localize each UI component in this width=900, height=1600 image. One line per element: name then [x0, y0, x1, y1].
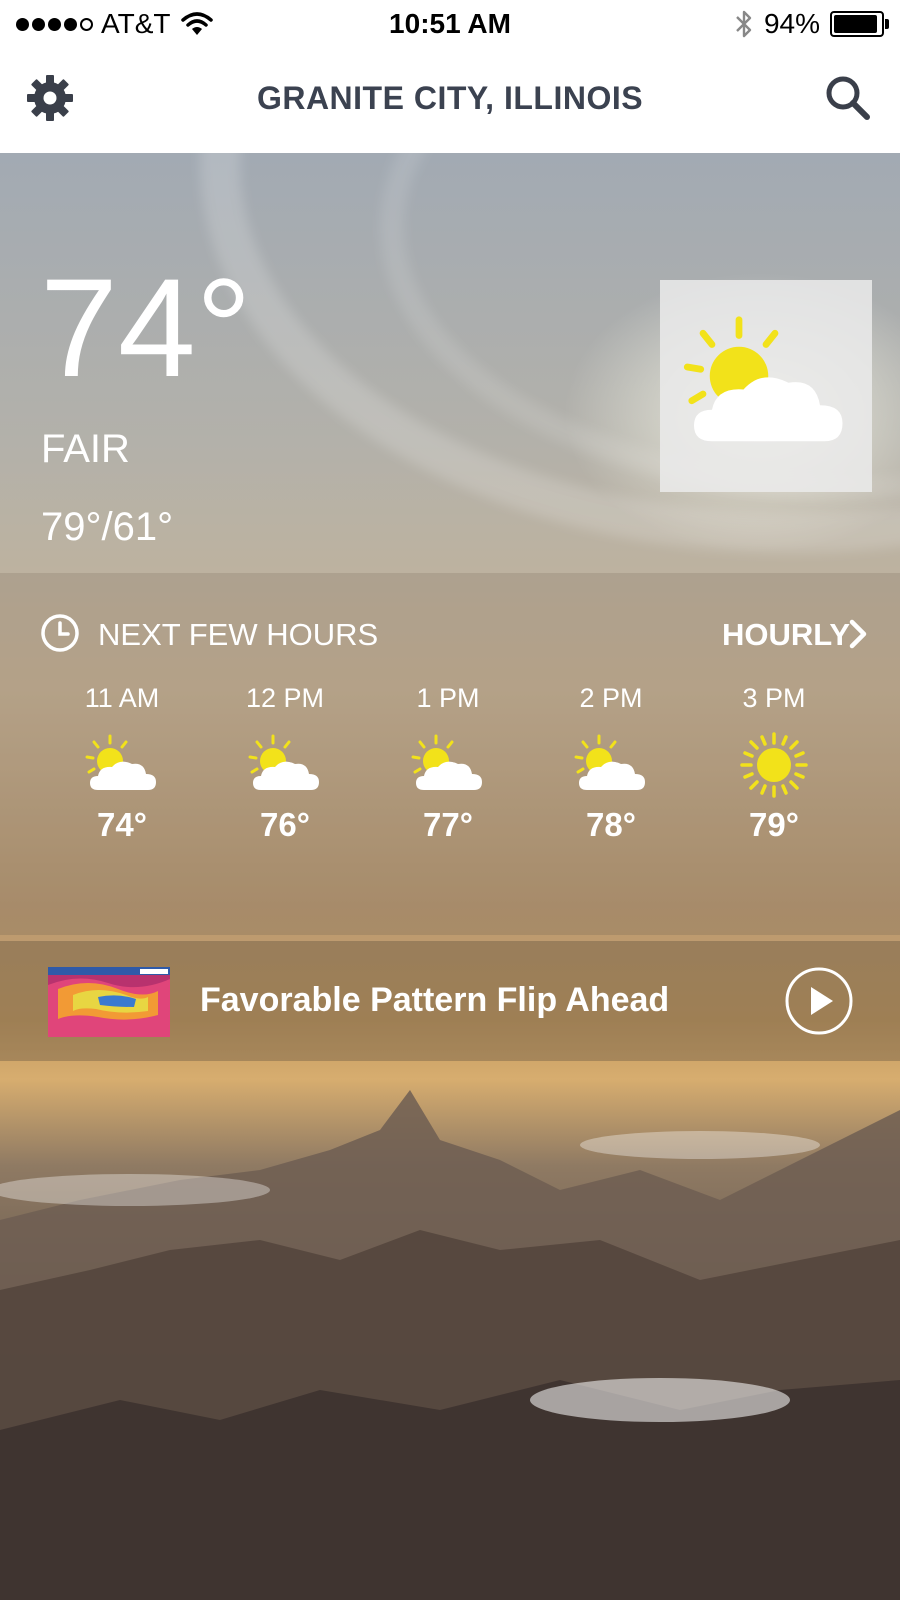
partly-sunny-icon: [82, 732, 162, 798]
battery-percent: 94%: [763, 8, 820, 39]
play-icon[interactable]: [784, 966, 854, 1036]
current-temperature: 74°: [40, 249, 252, 406]
video-card[interactable]: Favorable Pattern Flip Ahead: [0, 941, 900, 1061]
partly-sunny-icon: [245, 732, 325, 798]
battery-fill: [834, 15, 877, 33]
partly-sunny-icon: [408, 732, 488, 798]
current-hi-lo: 79°/61°: [41, 505, 174, 549]
location-title[interactable]: GRANITE CITY, ILLINOIS: [0, 80, 900, 117]
hour-temp: 78°: [586, 806, 636, 843]
current-condition: FAIR: [41, 427, 130, 471]
search-icon[interactable]: [822, 72, 874, 124]
clock-icon: [41, 614, 79, 652]
hour-temp: 79°: [749, 806, 799, 843]
hour-temp: 76°: [260, 806, 310, 843]
status-right: 94%: [734, 8, 889, 40]
hour-item[interactable]: 11 AM 74°: [42, 683, 202, 844]
hour-item[interactable]: 12 PM 76°: [205, 683, 365, 844]
hour-item[interactable]: 1 PM 77°: [368, 683, 528, 844]
mountain-landscape: [0, 1090, 900, 1600]
video-thumbnail[interactable]: [48, 967, 170, 1037]
partly-sunny-icon: [571, 732, 651, 798]
hour-item[interactable]: 3 PM 79°: [694, 683, 854, 844]
video-title[interactable]: Favorable Pattern Flip Ahead: [200, 981, 669, 1020]
hourly-forecast-panel: NEXT FEW HOURS HOURLY 11 AM 74° 12 PM 76…: [0, 573, 900, 941]
partly-sunny-icon: [676, 310, 856, 460]
hour-time: 2 PM: [579, 683, 643, 713]
hourly-section-title: NEXT FEW HOURS: [98, 617, 379, 652]
bluetooth-icon: [736, 10, 752, 38]
hour-time: 11 AM: [84, 683, 160, 713]
app-header: GRANITE CITY, ILLINOIS: [0, 50, 900, 154]
hourly-link[interactable]: HOURLY: [722, 617, 850, 653]
battery-icon: [830, 11, 889, 37]
hour-temp: 74°: [97, 806, 147, 843]
chevron-right-icon[interactable]: [846, 617, 870, 651]
sunny-icon: [734, 732, 814, 798]
status-bar: AT&T 10:51 AM 94%: [0, 0, 900, 50]
hour-time: 12 PM: [245, 683, 325, 713]
hour-time: 1 PM: [416, 683, 480, 713]
hour-item[interactable]: 2 PM 78°: [531, 683, 691, 844]
hour-temp: 77°: [423, 806, 473, 843]
current-condition-tile: [660, 280, 872, 492]
hour-time: 3 PM: [742, 683, 806, 713]
